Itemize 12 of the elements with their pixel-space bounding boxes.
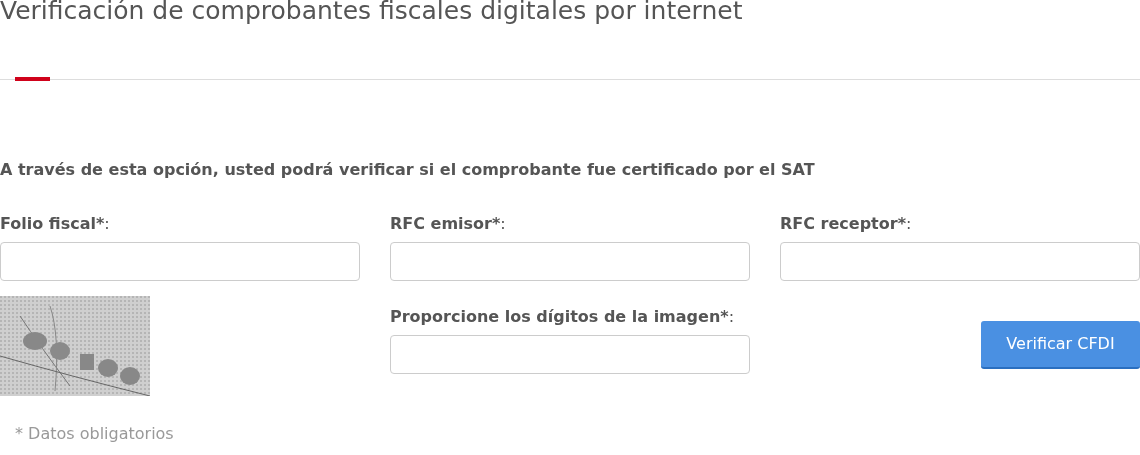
field-label: Proporcione los dígitos de la imagen*: (390, 306, 735, 328)
description-text: A través de esta opción, usted podrá verificar si el comprobante fue certificado por el SAT (0, 159, 816, 181)
verify-button[interactable]: Verificar CFDI (981, 321, 1140, 369)
footnote-text: * Datos obligatorios (15, 423, 175, 445)
input-field[interactable] (390, 242, 750, 281)
field-label: RFC emisor*: (390, 213, 506, 235)
input-field[interactable] (0, 242, 360, 281)
input-field[interactable] (780, 242, 1140, 281)
field-label: RFC receptor*: (780, 213, 912, 235)
field-label: Folio fiscal*: (0, 213, 110, 235)
accent-bar (15, 77, 50, 81)
input-field[interactable] (390, 335, 750, 374)
